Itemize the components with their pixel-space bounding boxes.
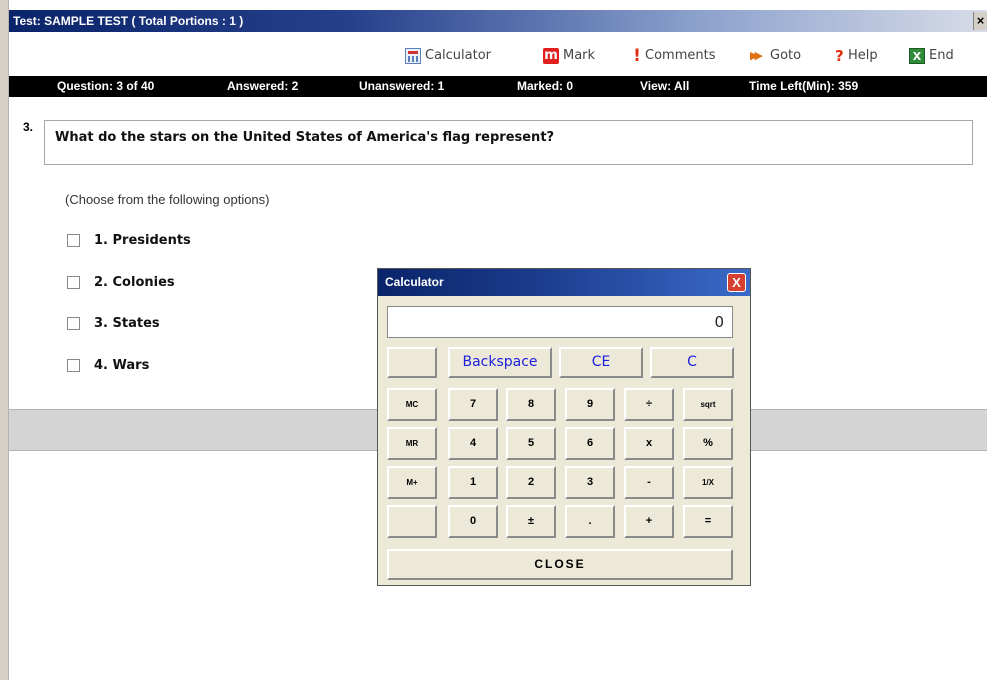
option-2[interactable]: 2. Colonies <box>67 273 175 291</box>
option-label: 4. Wars <box>94 357 150 373</box>
calc-key-0[interactable]: 0 <box>448 505 498 538</box>
mark-button[interactable]: m Mark <box>543 46 595 66</box>
calc-key-plusminus[interactable]: ± <box>506 505 556 538</box>
calc-key-mplus[interactable]: M+ <box>387 466 437 499</box>
calculator-button[interactable]: Calculator <box>405 46 491 66</box>
option-label: 3. States <box>94 315 160 331</box>
time-left: Time Left(Min): 359 <box>749 79 859 93</box>
calc-key-mc[interactable]: MC <box>387 388 437 421</box>
calc-key-8[interactable]: 8 <box>506 388 556 421</box>
calc-key-c[interactable]: C <box>650 347 734 378</box>
calc-key-multiply[interactable]: x <box>624 427 674 460</box>
option-3[interactable]: 3. States <box>67 314 160 332</box>
calc-blank-top <box>387 347 437 378</box>
comments-icon: ! <box>633 46 641 66</box>
answered-count: Answered: 2 <box>227 79 299 93</box>
calculator-label: Calculator <box>425 48 492 63</box>
calculator-close-icon[interactable]: X <box>727 273 746 292</box>
end-label: End <box>929 48 954 63</box>
calc-key-backspace[interactable]: Backspace <box>448 347 552 378</box>
calculator-display: 0 <box>387 306 733 338</box>
calc-key-7[interactable]: 7 <box>448 388 498 421</box>
calc-key-ce[interactable]: CE <box>559 347 643 378</box>
calc-key-mr[interactable]: MR <box>387 427 437 460</box>
instructions: (Choose from the following options) <box>65 192 270 207</box>
checkbox-icon[interactable] <box>67 233 80 247</box>
calculator-titlebar: Calculator X <box>378 269 750 296</box>
comments-button[interactable]: ! Comments <box>633 46 715 66</box>
calc-key-5[interactable]: 5 <box>506 427 556 460</box>
calc-key-sqrt[interactable]: sqrt <box>683 388 733 421</box>
help-icon: ? <box>835 47 844 65</box>
calc-key-2[interactable]: 2 <box>506 466 556 499</box>
checkbox-icon[interactable] <box>67 316 80 330</box>
unanswered-count: Unanswered: 1 <box>359 79 445 93</box>
calculator-window: Calculator X 0 Backspace CE C MC 7 8 9 ÷… <box>377 268 751 586</box>
calculator-close-button[interactable]: CLOSE <box>387 549 733 580</box>
calc-key-reciprocal[interactable]: 1/X <box>683 466 733 499</box>
option-1[interactable]: 1. Presidents <box>67 231 191 249</box>
marked-count: Marked: 0 <box>517 79 574 93</box>
calc-key-equals[interactable]: = <box>683 505 733 538</box>
option-label: 2. Colonies <box>94 274 175 290</box>
calc-key-minus[interactable]: - <box>624 466 674 499</box>
window-titlebar: Test: SAMPLE TEST ( Total Portions : 1 )… <box>9 10 987 32</box>
goto-icon: ▶▶ <box>750 49 763 62</box>
mark-icon: m <box>543 48 559 64</box>
calculator-icon <box>405 48 421 64</box>
calc-key-plus[interactable]: + <box>624 505 674 538</box>
calc-key-1[interactable]: 1 <box>448 466 498 499</box>
calculator-title: Calculator <box>385 275 444 289</box>
goto-label: Goto <box>770 48 802 63</box>
question-text: What do the stars on the United States o… <box>44 120 973 165</box>
question-counter: Question: 3 of 40 <box>57 79 155 93</box>
question-number: 3. <box>23 120 34 134</box>
calc-blank-bottom <box>387 505 437 538</box>
calc-key-divide[interactable]: ÷ <box>624 388 674 421</box>
close-icon[interactable]: × <box>973 12 987 30</box>
help-button[interactable]: ? Help <box>835 46 878 66</box>
end-button[interactable]: X End <box>909 46 954 66</box>
checkbox-icon[interactable] <box>67 358 80 372</box>
toolbar: Calculator m Mark ! Comments ▶▶ Goto ? H… <box>9 43 987 69</box>
window-title: Test: SAMPLE TEST ( Total Portions : 1 ) <box>13 14 244 28</box>
calc-key-4[interactable]: 4 <box>448 427 498 460</box>
comments-label: Comments <box>645 48 716 63</box>
calc-key-9[interactable]: 9 <box>565 388 615 421</box>
window-left-edge <box>0 0 9 680</box>
calc-key-percent[interactable]: % <box>683 427 733 460</box>
checkbox-icon[interactable] <box>67 275 80 289</box>
option-label: 1. Presidents <box>94 232 191 248</box>
calc-key-6[interactable]: 6 <box>565 427 615 460</box>
end-icon: X <box>909 48 925 64</box>
help-label: Help <box>848 48 878 63</box>
calc-key-decimal[interactable]: . <box>565 505 615 538</box>
option-4[interactable]: 4. Wars <box>67 356 149 374</box>
status-bar: Question: 3 of 40 Answered: 2 Unanswered… <box>9 76 987 97</box>
goto-button[interactable]: ▶▶ Goto <box>750 46 801 66</box>
view-filter: View: All <box>640 79 690 93</box>
mark-label: Mark <box>563 48 596 63</box>
calc-key-3[interactable]: 3 <box>565 466 615 499</box>
